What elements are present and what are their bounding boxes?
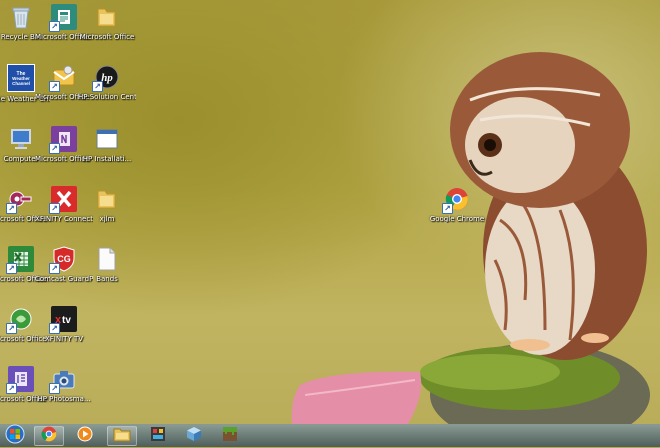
desktop-icon-label: XFINITY TV	[44, 335, 84, 343]
desktop-icon-label: HP Installati...	[82, 155, 132, 163]
game-icon	[150, 426, 166, 446]
shield-icon: CG ↗	[49, 246, 77, 274]
desktop-icon-xfinity-tv[interactable]: x tv ↗ XFINITY TV	[35, 306, 93, 364]
folder-icon	[94, 186, 120, 212]
start-orb-icon	[5, 424, 25, 448]
svg-text:tv: tv	[62, 315, 71, 326]
chrome-icon	[41, 426, 57, 446]
desktop-icon-label: HP Photosma...	[37, 395, 91, 403]
hp-icon: hp ↗	[92, 64, 120, 92]
document-icon	[94, 246, 120, 272]
desktop-icon-label: xjlm	[99, 215, 115, 223]
desktop-icon-google-chrome[interactable]: ↗ Google Chrome	[428, 186, 486, 244]
access-icon: ↗	[6, 186, 34, 214]
desktop-icon-xjlm-folder[interactable]: xjlm	[78, 186, 136, 244]
media-player-icon	[77, 426, 93, 446]
taskbar	[0, 424, 660, 447]
recycle-bin-icon	[8, 4, 34, 30]
desktop-icon-hp-solution-center[interactable]: hp ↗ HP Solution Center	[78, 64, 136, 122]
folder-icon	[94, 4, 120, 30]
excel-icon: ↗	[6, 246, 34, 274]
xfinity-icon: ↗	[49, 186, 77, 214]
desktop-icon-office-folder[interactable]: Microsoft Office	[78, 4, 136, 62]
start-button[interactable]	[2, 424, 28, 448]
window-icon	[94, 126, 120, 152]
desktop-icon-label: Microsoft Office	[79, 33, 135, 41]
infopath-icon: ↗	[6, 366, 34, 394]
svg-text:Channel: Channel	[12, 81, 30, 86]
taskbar-game-button[interactable]	[143, 426, 173, 446]
camera-icon: ↗	[49, 366, 77, 394]
desktop-icon-hp-photosmart[interactable]: ↗ HP Photosma...	[35, 366, 93, 424]
taskbar-chrome-button[interactable]	[34, 426, 64, 446]
file-explorer-icon	[113, 426, 131, 446]
minecraft-icon	[222, 426, 238, 446]
desktop-icon-label: Google Chrome	[429, 215, 485, 223]
onenote-icon: ↗	[49, 126, 77, 154]
computer-icon	[8, 126, 34, 152]
office-publisher-icon: ↗	[49, 4, 77, 32]
desktop-icon-bands[interactable]: Bands	[78, 246, 136, 304]
taskbar-minecraft-button[interactable]	[215, 426, 245, 446]
desktop-icon-hp-installation[interactable]: HP Installati...	[78, 126, 136, 184]
chrome-icon: ↗	[442, 186, 470, 214]
desktop-icon-label: HP Solution Center	[78, 93, 136, 101]
svg-text:hp: hp	[101, 72, 113, 84]
cube-icon	[186, 426, 202, 446]
groove-icon: ↗	[6, 306, 34, 334]
taskbar-media-player-button[interactable]	[70, 426, 100, 446]
weather-channel-icon: The Weather Channel	[7, 64, 35, 92]
taskbar-cube-button[interactable]	[179, 426, 209, 446]
taskbar-explorer-button[interactable]	[107, 426, 137, 446]
xfinity-tv-icon: x tv ↗	[49, 306, 77, 334]
desktop-icon-label: Bands	[96, 275, 118, 283]
outlook-icon: ↗	[49, 64, 77, 92]
